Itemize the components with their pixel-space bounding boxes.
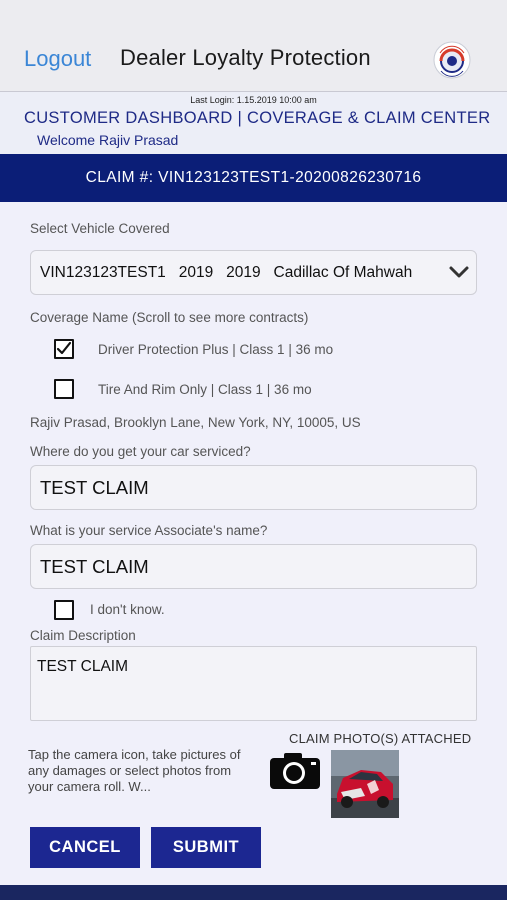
checkmark-icon: [56, 341, 72, 355]
dealer-logo-icon: [433, 41, 471, 79]
claim-description-label: Claim Description: [30, 628, 136, 643]
dont-know-checkbox[interactable]: [54, 600, 74, 620]
service-location-label: Where do you get your car serviced?: [30, 444, 251, 459]
claim-number-bar: CLAIM #: VIN123123TEST1-20200826230716: [0, 154, 507, 202]
chevron-down-icon[interactable]: [448, 263, 470, 281]
coverage-checkbox-driver-protection[interactable]: [54, 339, 74, 359]
claim-form: Select Vehicle Covered VIN123123TEST1 20…: [0, 202, 507, 885]
camera-icon[interactable]: [268, 751, 322, 791]
customer-address: Rajiv Prasad, Brooklyn Lane, New York, N…: [30, 415, 361, 430]
welcome-text: Welcome Rajiv Prasad: [37, 132, 179, 148]
cancel-button[interactable]: CANCEL: [30, 827, 140, 868]
top-bar: Logout Dealer Loyalty Protection: [0, 0, 507, 92]
vehicle-select-value: VIN123123TEST1 2019 2019 Cadillac Of Mah…: [40, 263, 413, 281]
associate-name-value: TEST CLAIM: [40, 555, 149, 577]
associate-name-input[interactable]: TEST CLAIM: [30, 544, 477, 589]
claim-description-textarea[interactable]: TEST CLAIM: [30, 646, 477, 721]
claim-photo-thumbnail[interactable]: [331, 750, 399, 818]
coverage-label: Coverage Name (Scroll to see more contra…: [30, 310, 309, 325]
vehicle-select[interactable]: VIN123123TEST1 2019 2019 Cadillac Of Mah…: [30, 250, 477, 295]
claim-description-value: TEST CLAIM: [37, 658, 129, 675]
claim-number: CLAIM #: VIN123123TEST1-20200826230716: [85, 169, 422, 186]
submit-button[interactable]: SUBMIT: [151, 827, 261, 868]
service-location-value: TEST CLAIM: [40, 476, 149, 498]
photo-hint-text: Tap the camera icon, take pictures of an…: [28, 747, 241, 794]
vehicle-label: Select Vehicle Covered: [30, 221, 170, 236]
logout-link[interactable]: Logout: [24, 46, 91, 72]
associate-name-label: What is your service Associate's name?: [30, 523, 268, 538]
app-title: Dealer Loyalty Protection: [120, 45, 371, 70]
last-login-text: Last Login: 1.15.2019 10:00 am: [190, 95, 317, 105]
dashboard-info-panel: Last Login: 1.15.2019 10:00 am CUSTOMER …: [0, 92, 507, 154]
dont-know-label: I don't know.: [90, 602, 165, 617]
coverage-checkbox-tire-rim[interactable]: [54, 379, 74, 399]
coverage-option-label: Driver Protection Plus | Class 1 | 36 mo: [98, 342, 334, 357]
bottom-background-strip: [0, 885, 507, 900]
dashboard-title: CUSTOMER DASHBOARD | COVERAGE & CLAIM CE…: [24, 109, 491, 127]
coverage-option-label: Tire And Rim Only | Class 1 | 36 mo: [98, 382, 312, 397]
photos-attached-label: CLAIM PHOTO(S) ATTACHED: [289, 731, 472, 746]
service-location-input[interactable]: TEST CLAIM: [30, 465, 477, 510]
